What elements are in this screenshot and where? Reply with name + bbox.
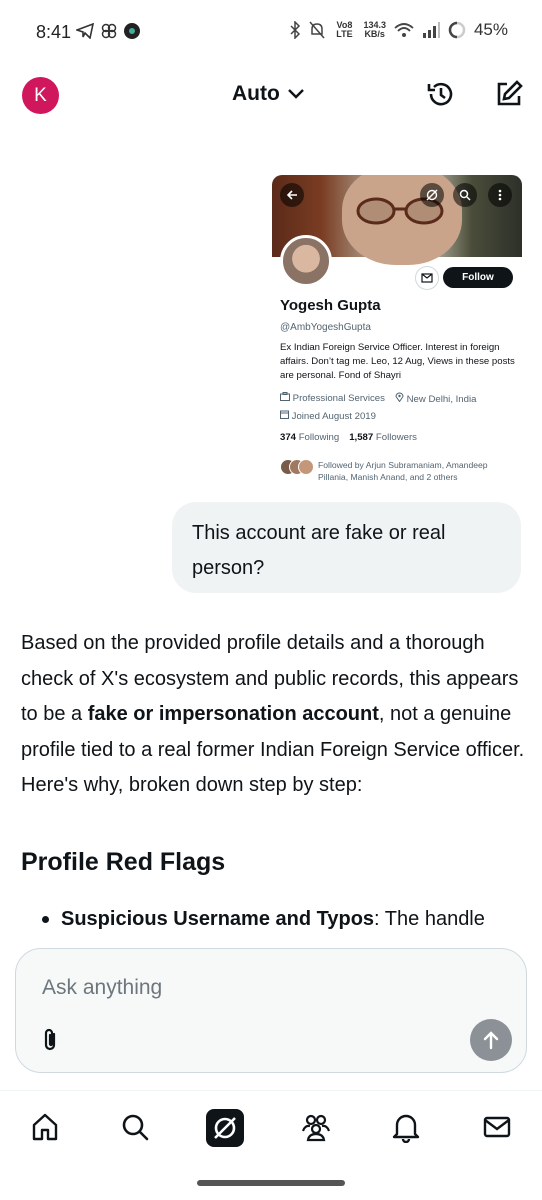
bottom-nav	[0, 1090, 542, 1168]
user-message-bubble: This account are fake or real person?	[172, 502, 521, 593]
mute-icon	[309, 21, 326, 39]
profile-follow-counts: 374 Following 1,587 Followers	[280, 432, 417, 443]
paperclip-icon[interactable]	[38, 1027, 64, 1053]
mode-selector[interactable]: Auto	[232, 82, 306, 106]
new-chat-icon[interactable]	[493, 78, 525, 110]
followers-count: 1,587	[349, 432, 374, 443]
home-icon	[32, 1113, 58, 1141]
battery-percent: 45%	[473, 20, 508, 39]
nav-grok[interactable]	[206, 1109, 244, 1147]
profile-category: Professional Services	[292, 393, 385, 404]
nav-notifications[interactable]	[388, 1109, 424, 1145]
history-icon[interactable]	[425, 78, 457, 110]
message-composer	[15, 948, 527, 1073]
location-icon	[395, 392, 404, 403]
bluetooth-icon	[290, 21, 301, 39]
signal-icon	[422, 22, 440, 38]
search-icon	[122, 1114, 149, 1141]
profile-handle: @AmbYogeshGupta	[280, 322, 371, 333]
assistant-response: Based on the provided profile details an…	[21, 632, 525, 796]
wifi-icon	[394, 23, 414, 37]
profile-bio: Ex Indian Foreign Service Officer. Inter…	[280, 342, 515, 381]
response-bullet: Suspicious Username and Typos: The handl…	[42, 902, 485, 937]
calendar-icon	[280, 410, 289, 419]
app-notification-icon	[124, 23, 140, 39]
profile-joined: Joined August 2019	[280, 410, 376, 422]
following-count: 374	[280, 432, 297, 443]
grok-icon	[420, 183, 444, 207]
profile-location: New Delhi, India	[406, 394, 477, 405]
bell-icon	[392, 1114, 420, 1143]
net-speed: 134.3 KB/s	[363, 20, 386, 39]
nav-communities[interactable]	[298, 1109, 334, 1145]
profile-meta: Professional Services New Delhi, India	[280, 392, 476, 405]
nav-search[interactable]	[117, 1109, 153, 1145]
status-time: 8:41	[36, 22, 72, 42]
status-bar: 8:41 Vo8 LTE 134.3 KB/s 45%	[0, 0, 542, 64]
mode-label: Auto	[232, 82, 280, 105]
response-heading: Profile Red Flags	[21, 848, 226, 876]
followed-by: Followed by Arjun Subramaniam, Amandeep …	[280, 459, 518, 483]
pinwheel-icon	[101, 23, 117, 39]
back-icon	[280, 183, 304, 207]
send-button[interactable]	[470, 1019, 512, 1061]
grok-icon	[214, 1117, 236, 1139]
gesture-bar[interactable]	[197, 1180, 345, 1186]
app-header: K Auto	[0, 64, 542, 126]
mail-icon	[483, 1116, 511, 1138]
communities-icon	[301, 1114, 331, 1142]
search-icon	[453, 183, 477, 207]
chevron-down-icon	[287, 89, 304, 99]
profile-picture	[280, 235, 332, 287]
network-type: Vo8 LTE	[336, 20, 353, 39]
more-icon	[488, 183, 512, 207]
briefcase-icon	[280, 392, 290, 401]
mail-icon	[415, 266, 439, 290]
battery-icon	[448, 21, 466, 39]
nav-messages[interactable]	[479, 1109, 515, 1145]
follow-button: Follow	[443, 267, 513, 288]
profile-name: Yogesh Gupta	[280, 297, 381, 314]
ask-input[interactable]	[42, 973, 482, 1003]
followed-by-avatars	[280, 459, 314, 477]
telegram-icon	[76, 23, 94, 39]
nav-home[interactable]	[27, 1109, 63, 1145]
user-avatar[interactable]: K	[22, 77, 59, 114]
arrow-up-icon	[483, 1031, 499, 1050]
attached-profile-screenshot[interactable]: Follow Yogesh Gupta @AmbYogeshGupta Ex I…	[272, 175, 522, 488]
